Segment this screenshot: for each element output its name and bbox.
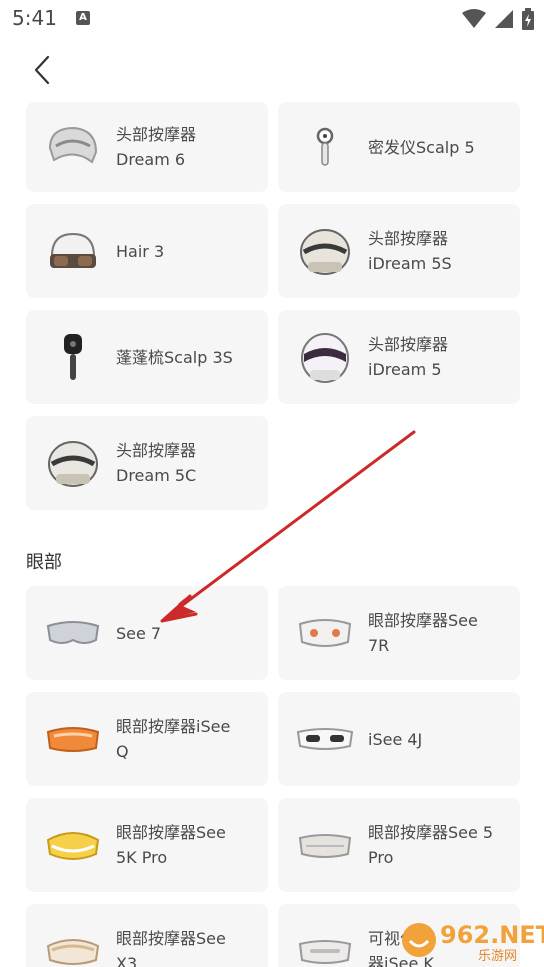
device-card[interactable]: 头部按摩器 Dream 6 (26, 102, 268, 192)
eye-mask-white-icon (296, 710, 354, 768)
device-name: 眼部按摩器See 7R (368, 611, 478, 655)
device-name: 密发仪Scalp 5 (368, 137, 475, 157)
helmet-glasses-icon (44, 222, 102, 280)
device-name: 眼部按摩器iSee Q (116, 717, 231, 761)
scalp-device-icon (296, 118, 354, 176)
device-card[interactable]: 眼部按摩器See X3 (26, 904, 268, 967)
helmet-icon (296, 328, 354, 386)
device-card[interactable]: 头部按摩器 Dream 5C (26, 416, 268, 510)
device-card[interactable]: See 7 (26, 586, 268, 680)
status-bar: 5:41 A (0, 0, 544, 38)
device-name: 眼部按摩器See 5K Pro (116, 823, 226, 867)
device-card[interactable]: iSee 4J (278, 692, 520, 786)
device-name: 眼部按摩器See X3 (116, 929, 226, 967)
eye-mask-white-icon (296, 604, 354, 662)
device-name: 头部按摩器 iDream 5 (368, 335, 449, 379)
helmet-icon (44, 434, 102, 492)
section-title: 眼部 (26, 552, 62, 573)
device-name: 头部按摩器 iDream 5S (368, 229, 452, 273)
signal-icon (495, 10, 513, 28)
screen: 5:41 A 头部按摩器 Dream 6 密发仪Scalp 5 Hair 3 头… (0, 0, 544, 967)
device-name: 头部按摩器 Dream 6 (116, 125, 197, 169)
device-name: 眼部按摩器See 5 Pro (368, 823, 494, 867)
device-card[interactable]: 眼部按摩器See 7R (278, 586, 520, 680)
eye-mask-silver-icon (296, 816, 354, 874)
device-name: 蓬蓬梳Scalp 3S (116, 347, 233, 367)
notification-icon: A (76, 11, 90, 25)
watermark-subtext: 乐游网 (478, 949, 518, 964)
device-card[interactable]: 眼部按摩器iSee Q (26, 692, 268, 786)
eye-mask-yellow-icon (44, 816, 102, 874)
device-card[interactable]: 蓬蓬梳Scalp 3S (26, 310, 268, 404)
device-list[interactable]: 头部按摩器 Dream 6 密发仪Scalp 5 Hair 3 头部按摩器 iDre… (0, 102, 544, 967)
comb-icon (44, 328, 102, 386)
status-icons (462, 8, 534, 30)
smile-logo-icon (402, 923, 436, 957)
device-name: iSee 4J (368, 729, 423, 749)
eye-mask-orange-icon (44, 710, 102, 768)
device-name: 头部按摩器 Dream 5C (116, 441, 197, 485)
device-card[interactable]: 眼部按摩器See 5K Pro (26, 798, 268, 892)
wifi-icon (462, 9, 486, 28)
device-name: Hair 3 (116, 241, 165, 261)
device-card[interactable]: 密发仪Scalp 5 (278, 102, 520, 192)
helmet-icon (44, 118, 102, 176)
device-card[interactable]: 头部按摩器 iDream 5S (278, 204, 520, 298)
status-time: 5:41 (12, 6, 57, 30)
chevron-left-icon (34, 55, 50, 85)
battery-icon (522, 8, 534, 30)
eye-mask-silver-icon (296, 922, 354, 967)
eye-mask-beige-icon (44, 922, 102, 967)
device-card[interactable]: 眼部按摩器See 5 Pro (278, 798, 520, 892)
back-button[interactable] (26, 52, 58, 88)
helmet-icon (296, 222, 354, 280)
device-name: See 7 (116, 623, 162, 643)
eye-mask-gray-icon (44, 604, 102, 662)
device-card[interactable]: Hair 3 (26, 204, 268, 298)
device-card[interactable]: 头部按摩器 iDream 5 (278, 310, 520, 404)
watermark-logo: 962.NET 乐游网 (400, 919, 544, 964)
